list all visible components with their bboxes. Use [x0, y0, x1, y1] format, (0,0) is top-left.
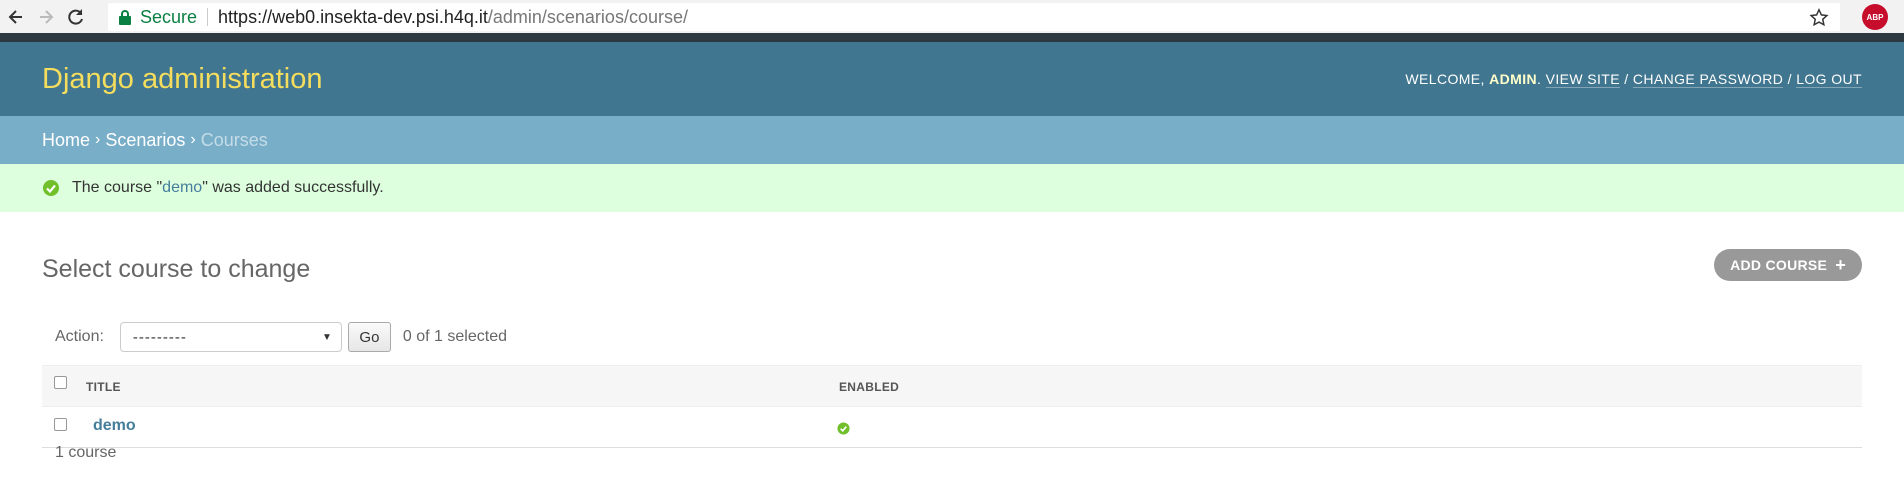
table-row: demo: [42, 407, 1862, 448]
address-bar[interactable]: Secure https://web0.insekta-dev.psi.h4q.…: [108, 3, 1840, 31]
dropdown-arrow-icon: ▼: [322, 331, 333, 343]
log-out-link[interactable]: LOG OUT: [1796, 71, 1862, 88]
browser-toolbar: Secure https://web0.insekta-dev.psi.h4q.…: [0, 0, 1904, 33]
breadcrumb-separator: ›: [95, 131, 101, 148]
message-prefix: The course ": [72, 179, 163, 196]
results-table: TITLE ENABLED demo: [42, 365, 1862, 448]
table-header: TITLE ENABLED: [42, 365, 1862, 407]
reload-icon: [68, 8, 83, 25]
go-button[interactable]: Go: [347, 322, 391, 352]
secure-label: Secure: [140, 6, 198, 27]
add-course-label: ADD COURSE: [1730, 257, 1828, 273]
separator: /: [1783, 71, 1797, 87]
address-divider: [207, 8, 209, 26]
success-message: The course " demo " was added successfully…: [0, 164, 1904, 212]
url-host: https://web0.insekta-dev.psi.h4q.it: [218, 6, 488, 27]
bookmark-star-icon[interactable]: [1808, 7, 1830, 29]
forward-button[interactable]: [32, 3, 60, 31]
site-header: Django administration WELCOME, ADMIN. VI…: [0, 42, 1904, 116]
message-suffix: " was added successfully.: [202, 179, 384, 196]
username: ADMIN: [1489, 71, 1538, 87]
browser-divider: [0, 33, 1904, 42]
paginator: 1 course: [55, 444, 117, 461]
action-label: Action:: [55, 328, 104, 345]
action-select[interactable]: --------- ▼: [119, 322, 342, 352]
breadcrumb-home[interactable]: Home: [42, 130, 90, 151]
lock-icon: [119, 10, 131, 25]
enabled-yes-icon: [837, 422, 850, 435]
welcome-text: WELCOME,: [1405, 71, 1490, 87]
select-all-checkbox[interactable]: [54, 376, 67, 389]
column-header-title[interactable]: TITLE: [86, 380, 121, 394]
adblock-extension-icon[interactable]: ABP: [1862, 4, 1888, 30]
breadcrumb-scenarios[interactable]: Scenarios: [105, 130, 185, 151]
action-select-value: ---------: [132, 328, 187, 346]
breadcrumb-current: Courses: [200, 129, 268, 150]
view-site-link[interactable]: VIEW SITE: [1545, 71, 1620, 88]
actions-bar: Action: --------- ▼ Go 0 of 1 selected: [42, 317, 1862, 357]
message-course-link[interactable]: demo: [162, 179, 202, 197]
row-title-link[interactable]: demo: [93, 417, 136, 435]
row-checkbox[interactable]: [54, 418, 67, 431]
selected-count: 0 of 1 selected: [402, 328, 507, 345]
breadcrumb-separator: ›: [190, 131, 196, 148]
reload-button[interactable]: [62, 3, 90, 31]
back-button[interactable]: [2, 3, 30, 31]
url-path: /admin/scenarios/course/: [487, 6, 688, 27]
column-header-enabled[interactable]: ENABLED: [839, 380, 899, 394]
secure-indicator[interactable]: Secure: [118, 7, 197, 28]
plus-icon: +: [1835, 254, 1846, 275]
page-title: Select course to change: [42, 255, 311, 283]
arrow-right-icon: [40, 9, 54, 24]
success-check-icon: [43, 180, 59, 196]
add-course-button[interactable]: ADD COURSE +: [1714, 249, 1862, 281]
user-tools: WELCOME, ADMIN. VIEW SITE / CHANGE PASSW…: [1405, 71, 1862, 88]
arrow-left-icon: [8, 9, 22, 24]
separator: /: [1620, 71, 1633, 87]
breadcrumb: Home › Scenarios › Courses: [0, 116, 1904, 164]
change-password-link[interactable]: CHANGE PASSWORD: [1632, 71, 1784, 88]
site-branding[interactable]: Django administration: [42, 63, 322, 96]
